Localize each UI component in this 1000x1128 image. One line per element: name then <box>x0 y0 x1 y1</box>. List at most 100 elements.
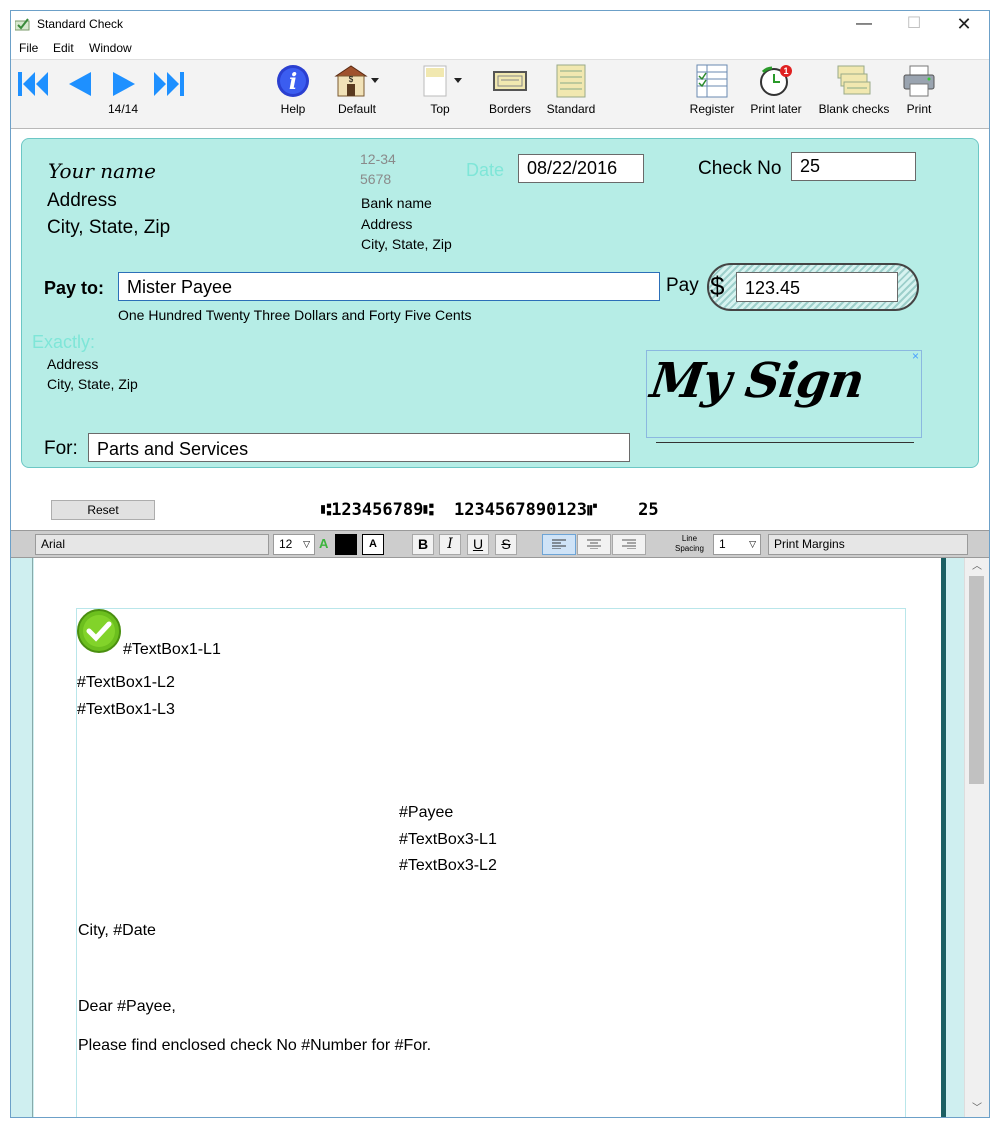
check-face: Your name Address City, State, Zip 12-34… <box>21 138 979 468</box>
format-toolbar: Arial 12 ▽ A A B I U S Line Spacing 1 ▽ … <box>11 530 989 558</box>
letter-editor: #TextBox1-L1 #TextBox1-L2 #TextBox1-L3 #… <box>11 558 989 1117</box>
line-spacing-select[interactable]: 1 ▽ <box>713 534 761 555</box>
standard-layout-icon <box>556 64 586 98</box>
menu-file[interactable]: File <box>19 41 38 55</box>
close-button[interactable]: ✕ <box>941 11 987 37</box>
align-left-button[interactable] <box>542 534 576 555</box>
payee-address[interactable]: Address <box>47 356 98 372</box>
your-city-state-zip[interactable]: City, State, Zip <box>47 217 170 239</box>
page-top-icon <box>423 65 462 97</box>
doc-body[interactable]: Please find enclosed check No #Number fo… <box>78 1037 431 1055</box>
font-size-select[interactable]: 12 ▽ <box>273 534 315 555</box>
scroll-down-icon[interactable]: ﹀ <box>965 1100 989 1117</box>
fraction-routing-top: 12-34 <box>360 151 396 167</box>
scrollbar-thumb[interactable] <box>969 576 984 784</box>
date-input[interactable]: 08/22/2016 <box>518 154 644 183</box>
bank-address[interactable]: Address <box>361 216 412 232</box>
document-page[interactable]: #TextBox1-L1 #TextBox1-L2 #TextBox1-L3 #… <box>34 558 946 1117</box>
check-no-label: Check No <box>698 158 782 179</box>
standard-button[interactable]: Standard <box>545 64 597 116</box>
window-title: Standard Check <box>37 17 124 31</box>
register-grid-icon <box>696 64 728 98</box>
align-left-icon <box>552 539 566 550</box>
printer-icon <box>903 65 935 97</box>
memo-input[interactable]: Parts and Services <box>88 433 630 462</box>
font-family-select[interactable]: Arial <box>35 534 269 555</box>
doc-city-date[interactable]: City, #Date <box>78 922 156 940</box>
doc-textbox1-l3[interactable]: #TextBox1-L3 <box>77 701 175 719</box>
print-margins-select[interactable]: Print Margins <box>768 534 968 555</box>
menu-edit[interactable]: Edit <box>53 41 74 55</box>
previous-record-icon[interactable] <box>65 70 93 98</box>
bank-city[interactable]: City, State, Zip <box>361 236 452 252</box>
bank-building-icon: $ <box>334 65 379 97</box>
chevron-down-icon: ▽ <box>303 539 310 549</box>
clock-icon: 1 <box>760 65 792 96</box>
first-record-icon[interactable] <box>17 70 51 98</box>
signature-remove-icon[interactable]: × <box>912 349 919 363</box>
borders-icon <box>493 71 527 91</box>
checkmark-logo-icon[interactable] <box>76 608 122 654</box>
bank-name[interactable]: Bank name <box>361 195 432 211</box>
payee-input[interactable]: Mister Payee <box>118 272 660 301</box>
amount-in-words: One Hundred Twenty Three Dollars and For… <box>118 307 472 323</box>
doc-salutation[interactable]: Dear #Payee, <box>78 998 176 1016</box>
top-button[interactable]: Top <box>415 64 465 116</box>
print-later-badge: 1 <box>783 66 788 76</box>
check-editor: Your name Address City, State, Zip 12-34… <box>11 130 989 530</box>
micr-line: ⑆123456789⑆ 1234567890123⑈ 25 <box>321 500 659 520</box>
print-button[interactable]: Print <box>899 64 939 116</box>
doc-textbox1-l1[interactable]: #TextBox1-L1 <box>123 641 221 659</box>
borders-button[interactable]: Borders <box>485 64 535 116</box>
bold-button[interactable]: B <box>412 534 434 555</box>
underline-button[interactable]: U <box>467 534 489 555</box>
for-label: For: <box>44 438 78 459</box>
vertical-scrollbar[interactable]: ︿ ﹀ <box>964 558 989 1117</box>
register-button[interactable]: Register <box>687 64 737 116</box>
app-window: Standard Check — ☐ ✕ File Edit Window 14… <box>10 10 990 1118</box>
align-right-button[interactable] <box>612 534 646 555</box>
help-button[interactable]: i Help <box>273 64 313 116</box>
doc-textbox3-l1[interactable]: #TextBox3-L1 <box>399 831 497 849</box>
next-record-icon[interactable] <box>111 70 139 98</box>
signature-box[interactable]: × My Sign <box>646 349 922 438</box>
scroll-up-icon[interactable]: ︿ <box>965 558 989 576</box>
strikethrough-button[interactable]: S <box>495 534 517 555</box>
doc-textbox1-l2[interactable]: #TextBox1-L2 <box>77 674 175 692</box>
your-name[interactable]: Your name <box>48 159 156 183</box>
reset-button[interactable]: Reset <box>51 500 155 520</box>
maximize-button[interactable]: ☐ <box>891 11 937 37</box>
your-address[interactable]: Address <box>47 190 117 212</box>
left-ruler <box>11 558 33 1117</box>
date-label: Date <box>466 160 505 180</box>
minimize-button[interactable]: — <box>841 11 887 37</box>
amount-input[interactable]: 123.45 <box>736 272 898 302</box>
doc-payee[interactable]: #Payee <box>399 804 453 822</box>
exactly-label: Exactly: <box>32 332 96 352</box>
font-color-swatch[interactable] <box>335 534 357 555</box>
print-later-button[interactable]: 1 Print later <box>747 64 805 116</box>
dollar-sign: $ <box>710 271 725 301</box>
align-center-icon <box>587 539 601 550</box>
font-color-icon[interactable]: A <box>319 536 328 551</box>
italic-button[interactable]: I <box>439 534 461 555</box>
background-color-button[interactable]: A <box>362 534 384 555</box>
page-counter: 14/14 <box>108 102 139 116</box>
align-center-button[interactable] <box>577 534 611 555</box>
menu-window[interactable]: Window <box>89 41 132 55</box>
blank-checks-button[interactable]: Blank checks <box>817 64 891 116</box>
align-right-icon <box>622 539 636 550</box>
signature-image: My Sign <box>647 353 868 409</box>
payee-city[interactable]: City, State, Zip <box>47 376 138 392</box>
check-number-input[interactable]: 25 <box>791 152 916 181</box>
doc-textbox3-l2[interactable]: #TextBox3-L2 <box>399 857 497 875</box>
last-record-icon[interactable] <box>151 70 185 98</box>
chevron-down-icon: ▽ <box>749 539 756 549</box>
line-spacing-label: Line Spacing <box>675 534 704 553</box>
pay-label: Pay <box>666 275 699 296</box>
title-bar: Standard Check — ☐ ✕ <box>11 11 989 37</box>
signature-line <box>656 442 914 443</box>
default-button[interactable]: $ Default <box>329 64 385 116</box>
svg-text:$: $ <box>349 75 354 84</box>
main-toolbar: 14/14 i Help $ Default Top Borders Stand… <box>11 59 989 129</box>
